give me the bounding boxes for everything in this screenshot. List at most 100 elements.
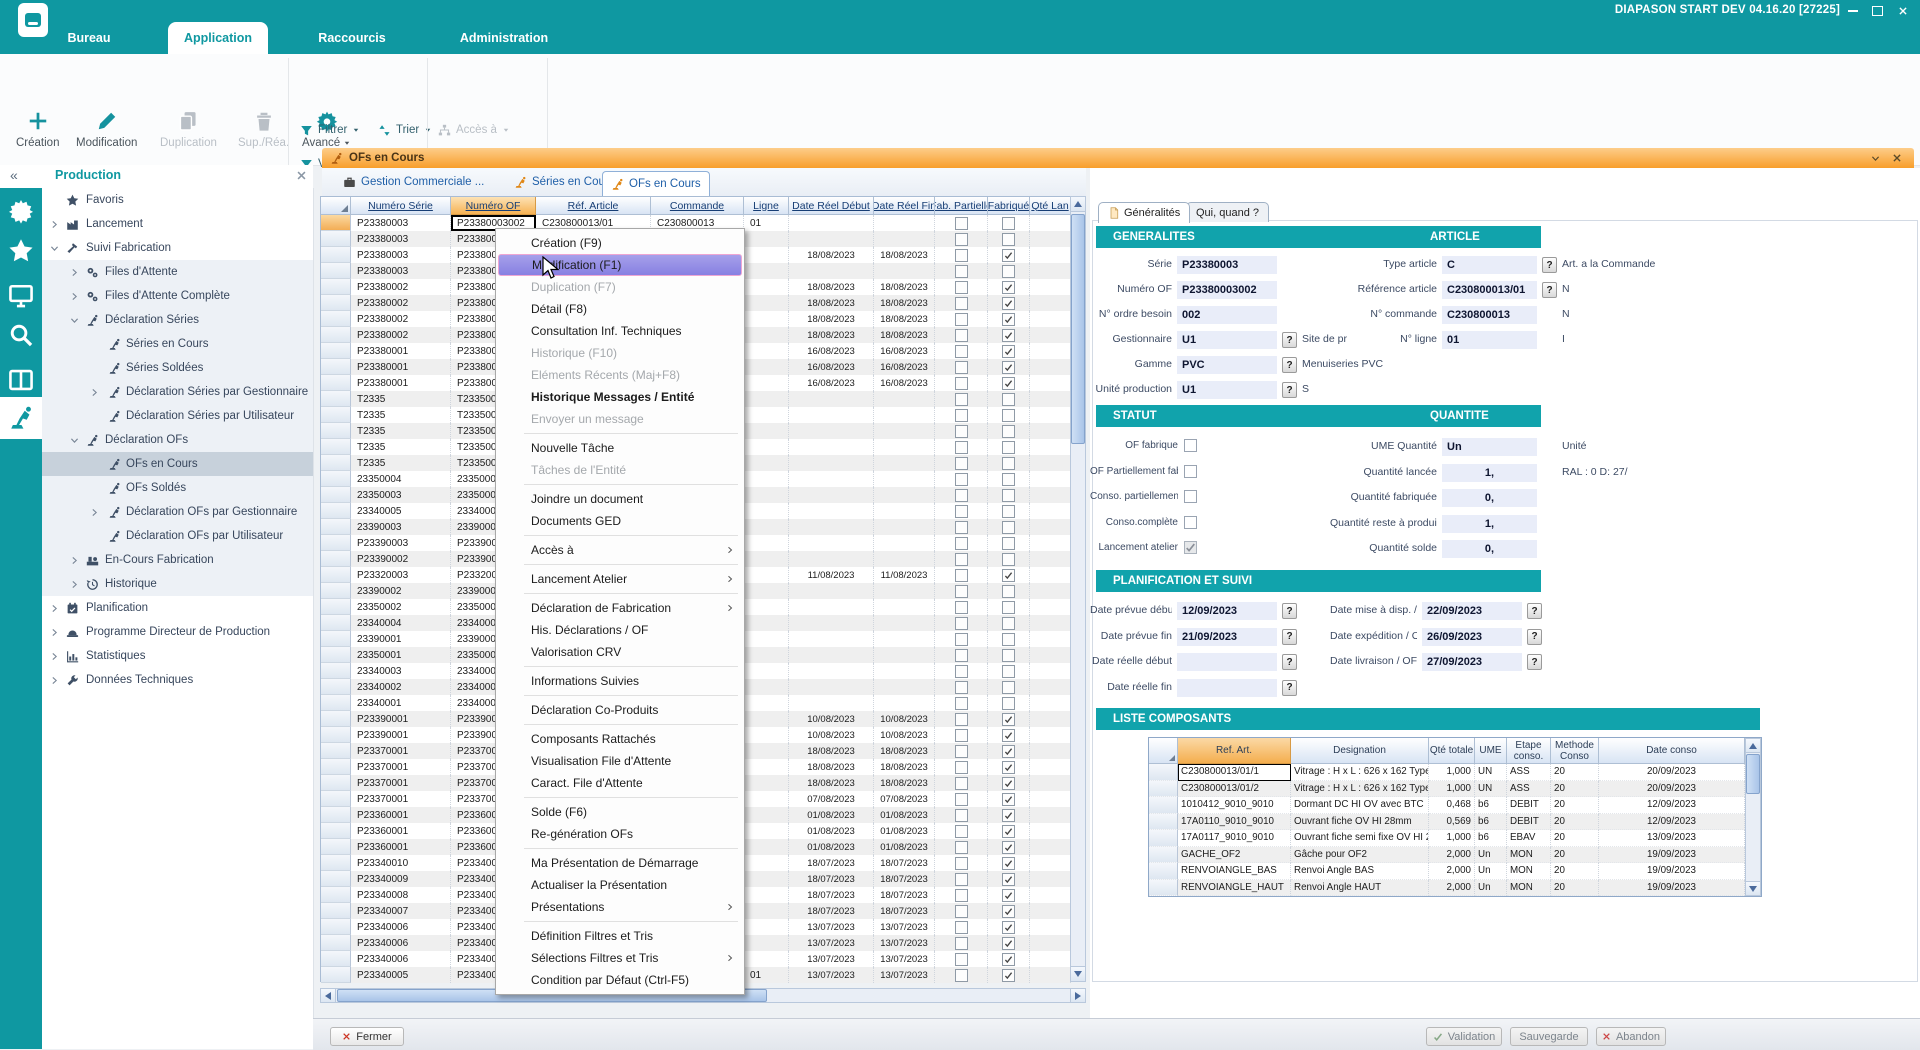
composant-cell-sel[interactable] [1149,781,1178,798]
checkbox-fab[interactable] [1002,681,1015,694]
cell-fp[interactable] [935,759,988,775]
composant-cell-ref[interactable]: 17A0110_9010_9010 [1178,814,1291,831]
column-header-commande[interactable]: Commande [651,197,744,215]
composant-cell-date[interactable]: 12/09/2023 [1599,797,1745,814]
composant-cell-sel[interactable] [1149,814,1178,831]
cell-d1[interactable]: 18/08/2023 [789,295,874,311]
context-menu-item-actualiser-la-pr-sentation[interactable]: Actualiser la Présentation [498,874,742,896]
cell-d2[interactable] [874,551,935,567]
cell-d1[interactable] [789,551,874,567]
context-menu-item-modification-f1[interactable]: Modification (F1) [498,254,742,276]
checkbox-fab-checked[interactable] [1002,953,1015,966]
composant-cell-qte[interactable]: 1,000 [1429,830,1475,847]
checkbox-fp[interactable] [955,857,968,870]
help-button[interactable]: ? [1282,680,1297,696]
cell-d1[interactable] [789,487,874,503]
cell-d2[interactable] [874,583,935,599]
context-menu-item-historique-messages-entit[interactable]: Historique Messages / Entité [498,386,742,408]
composant-cell-ref[interactable]: GACHE_OF2 [1178,847,1291,864]
row-selector[interactable] [321,375,351,391]
checkbox-fp[interactable] [955,617,968,630]
cell-d1[interactable]: 16/08/2023 [789,359,874,375]
checkbox-fab[interactable] [1002,489,1015,502]
help-button[interactable]: ? [1282,603,1297,619]
cell-d2[interactable] [874,519,935,535]
sidebar-item-s-ries-en-cours[interactable]: Séries en Cours [42,332,313,356]
cell-fab[interactable] [988,455,1030,471]
composant-cell-qte[interactable]: 0,468 [1429,797,1475,814]
cell-serie[interactable]: P23340006 [351,935,451,951]
checkbox-fp[interactable] [955,905,968,918]
checkbox-fab[interactable] [1002,617,1015,630]
column-header-fab-partielle[interactable]: Fab. Partielle [935,197,988,215]
row-selector[interactable] [321,743,351,759]
checkbox-fab-checked[interactable] [1002,281,1015,294]
cell-serie[interactable]: P23370001 [351,775,451,791]
close-icon[interactable] [1894,4,1912,18]
context-menu-item-his-d-clarations-of[interactable]: His. Déclarations / OF [498,619,742,641]
chevron-right-icon[interactable] [50,220,59,229]
checkbox-conso-compl-te[interactable] [1184,516,1197,529]
checkbox-fab-checked[interactable] [1002,793,1015,806]
cell-qte[interactable] [1030,359,1071,375]
scroll-right-arrow[interactable] [1070,988,1086,1003]
cell-ligne[interactable] [744,439,789,455]
chevron-right-icon[interactable] [90,508,99,517]
cell-fp[interactable] [935,455,988,471]
cell-serie[interactable]: P23380003 [351,263,451,279]
checkbox-fp[interactable] [955,681,968,694]
cell-fp[interactable] [935,551,988,567]
cell-serie[interactable]: P23380001 [351,343,451,359]
checkbox-fp[interactable] [955,793,968,806]
cell-ligne[interactable]: 01 [744,967,789,983]
help-button[interactable]: ? [1282,654,1297,670]
cell-serie[interactable]: P23340006 [351,919,451,935]
cell-fab[interactable] [988,503,1030,519]
row-selector[interactable] [321,855,351,871]
composant-cell-date[interactable]: 20/09/2023 [1599,764,1745,781]
cell-fab[interactable] [988,871,1030,887]
field-quantit-fabriqu-e[interactable]: 0, [1442,489,1537,507]
checkbox-fp[interactable] [955,665,968,678]
cell-qte[interactable] [1030,471,1071,487]
cell-ligne[interactable] [744,327,789,343]
column-header-qt-lan[interactable]: Qté Lan [1030,197,1071,215]
cell-ligne[interactable] [744,391,789,407]
chevron-right-icon[interactable] [70,556,79,565]
composant-cell-des[interactable]: Renvoi Angle BAS [1291,863,1429,880]
composants-header-methode[interactable]: Methode Conso [1551,738,1599,764]
cell-fab[interactable] [988,663,1030,679]
cell-ligne[interactable] [744,343,789,359]
help-button[interactable]: ? [1282,382,1297,398]
row-selector[interactable] [321,487,351,503]
cell-d1[interactable]: 13/07/2023 [789,967,874,983]
row-selector[interactable] [321,583,351,599]
sidebar-item-planification[interactable]: Planification [42,596,313,620]
cell-fp[interactable] [935,647,988,663]
field-date-r-elle-fin[interactable] [1177,679,1277,697]
checkbox-of-partiellement-fab[interactable] [1184,465,1197,478]
cell-fab[interactable] [988,951,1030,967]
row-selector[interactable] [321,551,351,567]
cell-serie[interactable]: T2335 [351,391,451,407]
help-button[interactable]: ? [1527,603,1542,619]
cell-fp[interactable] [935,711,988,727]
cell-d1[interactable]: 13/07/2023 [789,935,874,951]
composant-cell-sel[interactable] [1149,847,1178,864]
row-selector[interactable] [321,807,351,823]
cell-fp[interactable] [935,695,988,711]
row-selector[interactable] [321,519,351,535]
checkbox-fp[interactable] [955,441,968,454]
composant-cell-des[interactable]: Dormant DC HI OV avec BTC [1291,797,1429,814]
cell-qte[interactable] [1030,311,1071,327]
context-menu-item-valorisation-crv[interactable]: Valorisation CRV [498,641,742,663]
cell-ligne[interactable] [744,951,789,967]
chevron-right-icon[interactable] [70,268,79,277]
composant-cell-ume[interactable]: UN [1475,781,1507,798]
context-menu-item-cr-ation-f9[interactable]: Création (F9) [498,232,742,254]
cell-fp[interactable] [935,855,988,871]
checkbox-fp[interactable] [955,761,968,774]
cell-fp[interactable] [935,263,988,279]
cell-ligne[interactable] [744,503,789,519]
row-selector[interactable] [321,599,351,615]
